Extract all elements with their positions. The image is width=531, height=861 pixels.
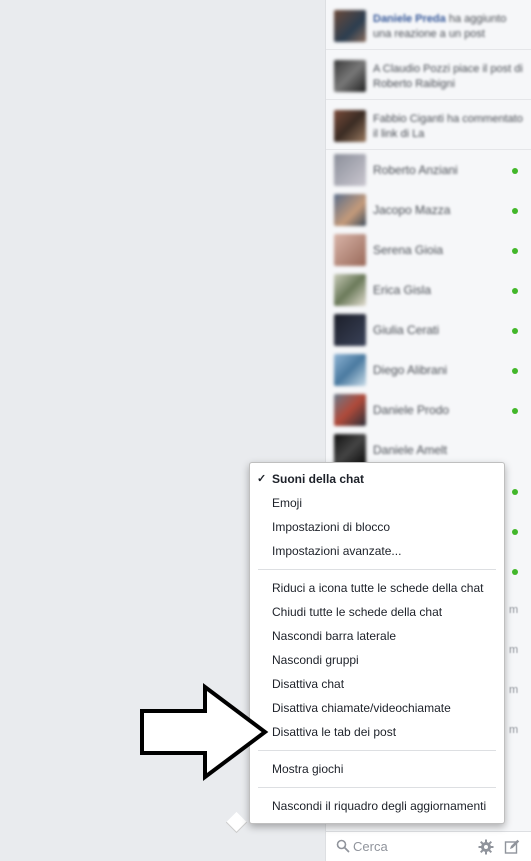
chat-options-menu: ✓ Suoni della chat Emoji Impostazioni di… [249,462,505,824]
contact-name: Serena Gioia [373,243,444,257]
avatar [334,110,366,142]
checkmark-icon: ✓ [257,473,267,485]
search-icon [336,839,350,853]
avatar [334,314,366,346]
menu-item-hide-sidebar[interactable]: Nascondi barra laterale [250,625,504,647]
menu-item-hide-groups[interactable]: Nascondi gruppi [250,649,504,671]
menu-separator [258,787,496,788]
contact-item[interactable]: Jacopo Mazza [326,191,531,231]
arrow-icon [140,683,269,781]
avatar [334,394,366,426]
avatar [334,154,366,186]
menu-separator [258,750,496,751]
contact-item[interactable]: Diego Alibrani [326,351,531,391]
contact-item[interactable]: Erica Gisla [326,271,531,311]
online-status-dot [512,408,518,414]
last-active-time: m [509,684,519,696]
contact-name: Roberto Anziani [373,163,458,177]
online-status-dot [512,569,518,575]
menu-item-close-tabs[interactable]: Chiudi tutte le schede della chat [250,601,504,623]
avatar [334,354,366,386]
menu-item-chat-sounds[interactable]: ✓ Suoni della chat [250,468,504,490]
avatar [334,274,366,306]
ticker-item[interactable]: Fabbio Ciganti ha commentato il link di … [326,100,531,150]
menu-item-emoji[interactable]: Emoji [250,492,504,514]
avatar [334,10,366,42]
menu-item-hide-ticker[interactable]: Nascondi il riquadro degli aggiornamenti [250,795,504,817]
contact-item[interactable]: Serena Gioia [326,231,531,271]
avatar [334,234,366,266]
menu-item-turn-off-calls[interactable]: Disattiva chiamate/videochiamate [250,697,504,719]
contact-name: Diego Alibrani [373,363,448,377]
online-status-dot [512,529,518,535]
menu-item-minimize-tabs[interactable]: Riduci a icona tutte le schede della cha… [250,577,504,599]
contact-name: Daniele Amelt [373,443,448,457]
online-status-dot [512,368,518,374]
ticker-item[interactable]: A Claudio Pozzi piace il post di Roberto… [326,50,531,100]
chat-search-bar [326,831,531,861]
menu-item-turn-off-post-tabs[interactable]: Disattiva le tab dei post [250,721,504,743]
online-status-dot [512,248,518,254]
compose-icon[interactable] [504,839,520,855]
menu-item-block-settings[interactable]: Impostazioni di blocco [250,516,504,538]
ticker-text: Fabbio Ciganti ha commentato il link di … [373,113,523,140]
avatar [334,60,366,92]
last-active-time: m [509,644,519,656]
last-active-time: m [509,724,519,736]
ticker-text: A Claudio Pozzi piace il post di Roberto… [373,63,523,90]
chat-search-input[interactable] [353,837,463,855]
online-status-dot [512,328,518,334]
contact-name: Daniele Prodo [373,403,450,417]
menu-item-show-games[interactable]: Mostra giochi [250,758,504,780]
menu-separator [258,569,496,570]
online-status-dot [512,208,518,214]
online-status-dot [512,489,518,495]
ticker-text: Daniele Preda ha aggiunto una reazione a… [373,13,507,40]
contact-name: Jacopo Mazza [373,203,451,217]
contact-name: Erica Gisla [373,283,432,297]
contact-item[interactable]: Giulia Cerati [326,311,531,351]
ticker-item[interactable]: Daniele Preda ha aggiunto una reazione a… [326,0,531,50]
online-status-dot [512,288,518,294]
gear-icon[interactable] [478,839,494,855]
menu-item-turn-off-chat[interactable]: Disattiva chat [250,673,504,695]
contact-name: Giulia Cerati [373,323,440,337]
online-status-dot [512,168,518,174]
avatar [334,194,366,226]
menu-item-advanced-settings[interactable]: Impostazioni avanzate... [250,540,504,562]
contact-item[interactable]: Daniele Prodo [326,391,531,431]
contact-item[interactable]: Roberto Anziani [326,151,531,191]
last-active-time: m [509,604,519,616]
